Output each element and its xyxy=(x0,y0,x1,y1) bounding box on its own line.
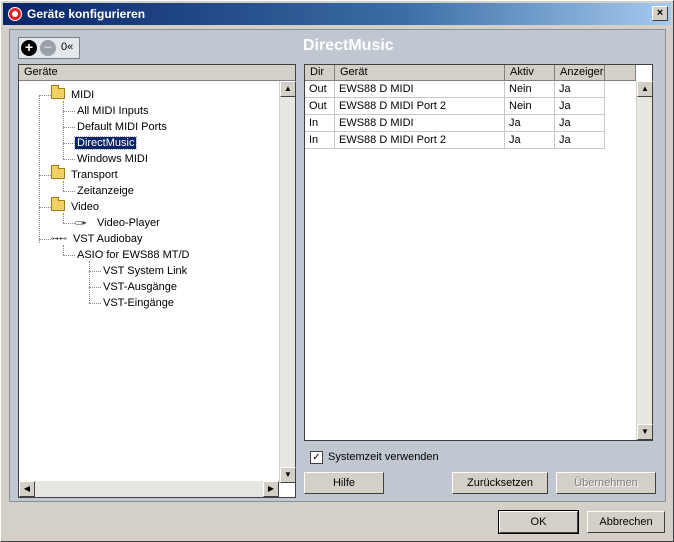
tree-item-midi[interactable]: MIDI xyxy=(51,85,96,103)
table-cell-visible[interactable]: Ja xyxy=(555,81,605,98)
tree-item-directmusic[interactable]: DirectMusic xyxy=(73,136,138,151)
system-time-label: Systemzeit verwenden xyxy=(328,451,439,463)
table-cell-device[interactable]: EWS88 D MIDI Port 2 xyxy=(335,98,505,115)
column-header-anzeiger[interactable]: Anzeiger xyxy=(555,65,605,81)
tree-horizontal-scrollbar[interactable]: ◀ ▶ xyxy=(19,481,279,497)
dialog-content: + − 0« DirectMusic Geräte MIDI All MIDI … xyxy=(9,29,666,502)
scroll-up-arrow-icon[interactable]: ▲ xyxy=(637,81,653,97)
table-cell-active[interactable]: Ja xyxy=(505,115,555,132)
table-cell-visible[interactable]: Ja xyxy=(555,132,605,149)
tree-item-vst-audiobay[interactable]: ⊶⊷ VST Audiobay xyxy=(51,232,145,247)
device-tree-panel: Geräte MIDI All MIDI Inputs Default MIDI… xyxy=(18,64,296,498)
section-title: DirectMusic xyxy=(303,37,394,54)
reset-device-button[interactable]: 0« xyxy=(61,41,73,53)
table-cell-device[interactable]: EWS88 D MIDI xyxy=(335,115,505,132)
tree-line xyxy=(63,143,75,144)
tree-line xyxy=(89,271,101,272)
reset-button[interactable]: Zurücksetzen xyxy=(452,472,548,494)
tree-item-asio-ews88[interactable]: ASIO for EWS88 MT/D xyxy=(75,248,191,263)
tree-item-vst-ausgaenge[interactable]: VST-Ausgänge xyxy=(101,280,179,295)
system-time-checkbox[interactable]: ✓ xyxy=(310,451,323,464)
table-cell-device[interactable]: EWS88 D MIDI Port 2 xyxy=(335,132,505,149)
scroll-down-arrow-icon[interactable]: ▼ xyxy=(280,467,296,483)
tree-line xyxy=(39,95,40,243)
cancel-button[interactable]: Abbrechen xyxy=(587,511,665,533)
tree-line xyxy=(63,223,75,224)
app-icon xyxy=(8,7,22,21)
table-cell-dir[interactable]: Out xyxy=(305,81,335,98)
tree-item-video[interactable]: Video xyxy=(51,197,101,215)
tree-item-video-player[interactable]: ▭▸ Video-Player xyxy=(75,216,162,231)
table-cell-active[interactable]: Ja xyxy=(505,132,555,149)
scroll-up-arrow-icon[interactable]: ▲ xyxy=(280,81,296,97)
tree-item-vst-eingaenge[interactable]: VST-Eingänge xyxy=(101,296,176,311)
window-title: Geräte konfigurieren xyxy=(27,7,146,21)
tree-vertical-scrollbar[interactable]: ▲ ▼ xyxy=(279,81,296,483)
table-cell-dir[interactable]: Out xyxy=(305,98,335,115)
table-cell-visible[interactable]: Ja xyxy=(555,98,605,115)
tree-item-zeitanzeige[interactable]: Zeitanzeige xyxy=(75,184,136,199)
table-vertical-scrollbar[interactable]: ▲ ▼ xyxy=(636,81,653,440)
column-header-empty xyxy=(605,65,636,81)
tree-line xyxy=(39,175,51,176)
tree-line xyxy=(63,255,75,256)
dialog-window: Geräte konfigurieren × + − 0« DirectMusi… xyxy=(0,0,674,542)
folder-icon xyxy=(51,85,65,99)
table-cell-active[interactable]: Nein xyxy=(505,81,555,98)
folder-icon xyxy=(51,197,65,211)
tree-line xyxy=(89,287,101,288)
column-header-aktiv[interactable]: Aktiv xyxy=(505,65,555,81)
table-cell-dir[interactable]: In xyxy=(305,115,335,132)
table-cell-visible[interactable]: Ja xyxy=(555,115,605,132)
tree-line xyxy=(63,159,75,160)
scroll-left-arrow-icon[interactable]: ◀ xyxy=(19,481,35,497)
tree-line xyxy=(63,191,75,192)
scroll-down-arrow-icon[interactable]: ▼ xyxy=(637,424,653,440)
tree-line xyxy=(89,303,101,304)
tree-line xyxy=(39,239,51,240)
table-cell-dir[interactable]: In xyxy=(305,132,335,149)
column-header-geraet[interactable]: Gerät xyxy=(335,65,505,81)
ports-table-panel: Dir Gerät Aktiv Anzeiger Out EWS88 D MID… xyxy=(304,64,653,441)
add-device-button[interactable]: + xyxy=(21,40,37,56)
tree-line xyxy=(63,127,75,128)
column-header-dir[interactable]: Dir xyxy=(305,65,335,81)
tree-item-vst-system-link[interactable]: VST System Link xyxy=(101,264,189,279)
video-icon: ▭▸ xyxy=(75,218,87,227)
tree-header[interactable]: Geräte xyxy=(19,65,295,81)
tree-toolbar: + − 0« xyxy=(18,37,80,59)
tree-line xyxy=(89,261,90,303)
scroll-right-arrow-icon[interactable]: ▶ xyxy=(263,481,279,497)
tree-line xyxy=(39,95,51,96)
close-button[interactable]: × xyxy=(652,6,668,21)
table-cell-active[interactable]: Nein xyxy=(505,98,555,115)
title-bar[interactable]: Geräte konfigurieren × xyxy=(3,3,671,25)
folder-icon xyxy=(51,165,65,179)
tree-line xyxy=(63,101,64,159)
table-cell-device[interactable]: EWS88 D MIDI xyxy=(335,81,505,98)
ok-button[interactable]: OK xyxy=(498,510,579,534)
tree-item-windows-midi[interactable]: Windows MIDI xyxy=(75,152,150,167)
apply-button[interactable]: Übernehmen xyxy=(556,472,656,494)
tree-line xyxy=(39,207,51,208)
tree-item-default-midi-ports[interactable]: Default MIDI Ports xyxy=(75,120,169,135)
tree-line xyxy=(63,111,75,112)
tree-item-transport[interactable]: Transport xyxy=(51,165,120,183)
help-button[interactable]: Hilfe xyxy=(304,472,384,494)
remove-device-button[interactable]: − xyxy=(40,40,56,56)
tree-item-all-midi-inputs[interactable]: All MIDI Inputs xyxy=(75,104,151,119)
audiobay-icon: ⊶⊷ xyxy=(51,234,67,243)
